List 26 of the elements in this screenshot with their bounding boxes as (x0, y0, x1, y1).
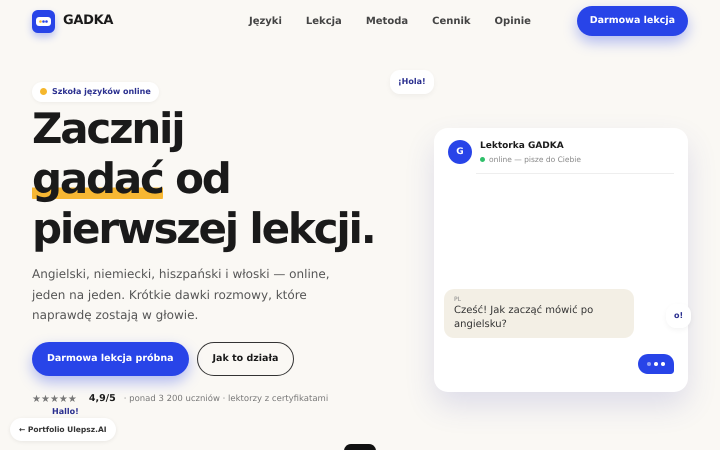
brand-name: GADKA (63, 12, 114, 30)
nav-link[interactable]: Cennik (432, 14, 471, 28)
star-icon: ★ (68, 392, 77, 407)
star-icon: ★ (32, 392, 41, 407)
logo-icon[interactable] (32, 10, 55, 32)
greeting-label: Hallo! (52, 406, 79, 418)
greeting-label: o! (666, 304, 692, 328)
nav-link[interactable]: Lekcja (306, 14, 342, 28)
star-icon: ★ (58, 392, 68, 407)
rating-details: · ponad 3 200 uczniów · lektorzy z certyfikatami (124, 392, 328, 406)
nav-link[interactable]: Języki (248, 14, 282, 28)
star-icon: ★ (40, 392, 50, 407)
rating-score: 4,9/5 (88, 392, 116, 406)
tag-badge: Szkoła języków online (32, 82, 159, 102)
cta-button[interactable]: Darmowa lekcja (576, 6, 688, 36)
avatar: G (448, 140, 472, 164)
secondary-button[interactable]: Jak to działa (196, 342, 294, 376)
primary-button[interactable]: Darmowa lekcja próbna (32, 342, 189, 376)
typing-indicator (638, 354, 674, 374)
nav-link[interactable]: Metoda (366, 14, 408, 28)
greeting-label: ¡Hola! (390, 70, 434, 94)
chat-name: Lektorka GADKA (480, 140, 565, 153)
nav-link[interactable]: Opinie (494, 14, 531, 28)
star-icon: ★ (50, 392, 59, 407)
hero-description: Angielski, niemiecki, hiszpański i włoski — online, jeden na jeden. Krótkie dawki rozmowy, które naprawdę zostają w głowie. (32, 266, 331, 324)
message-text: Cześć! Jak zacząć mówić po angielsku? (454, 304, 594, 332)
